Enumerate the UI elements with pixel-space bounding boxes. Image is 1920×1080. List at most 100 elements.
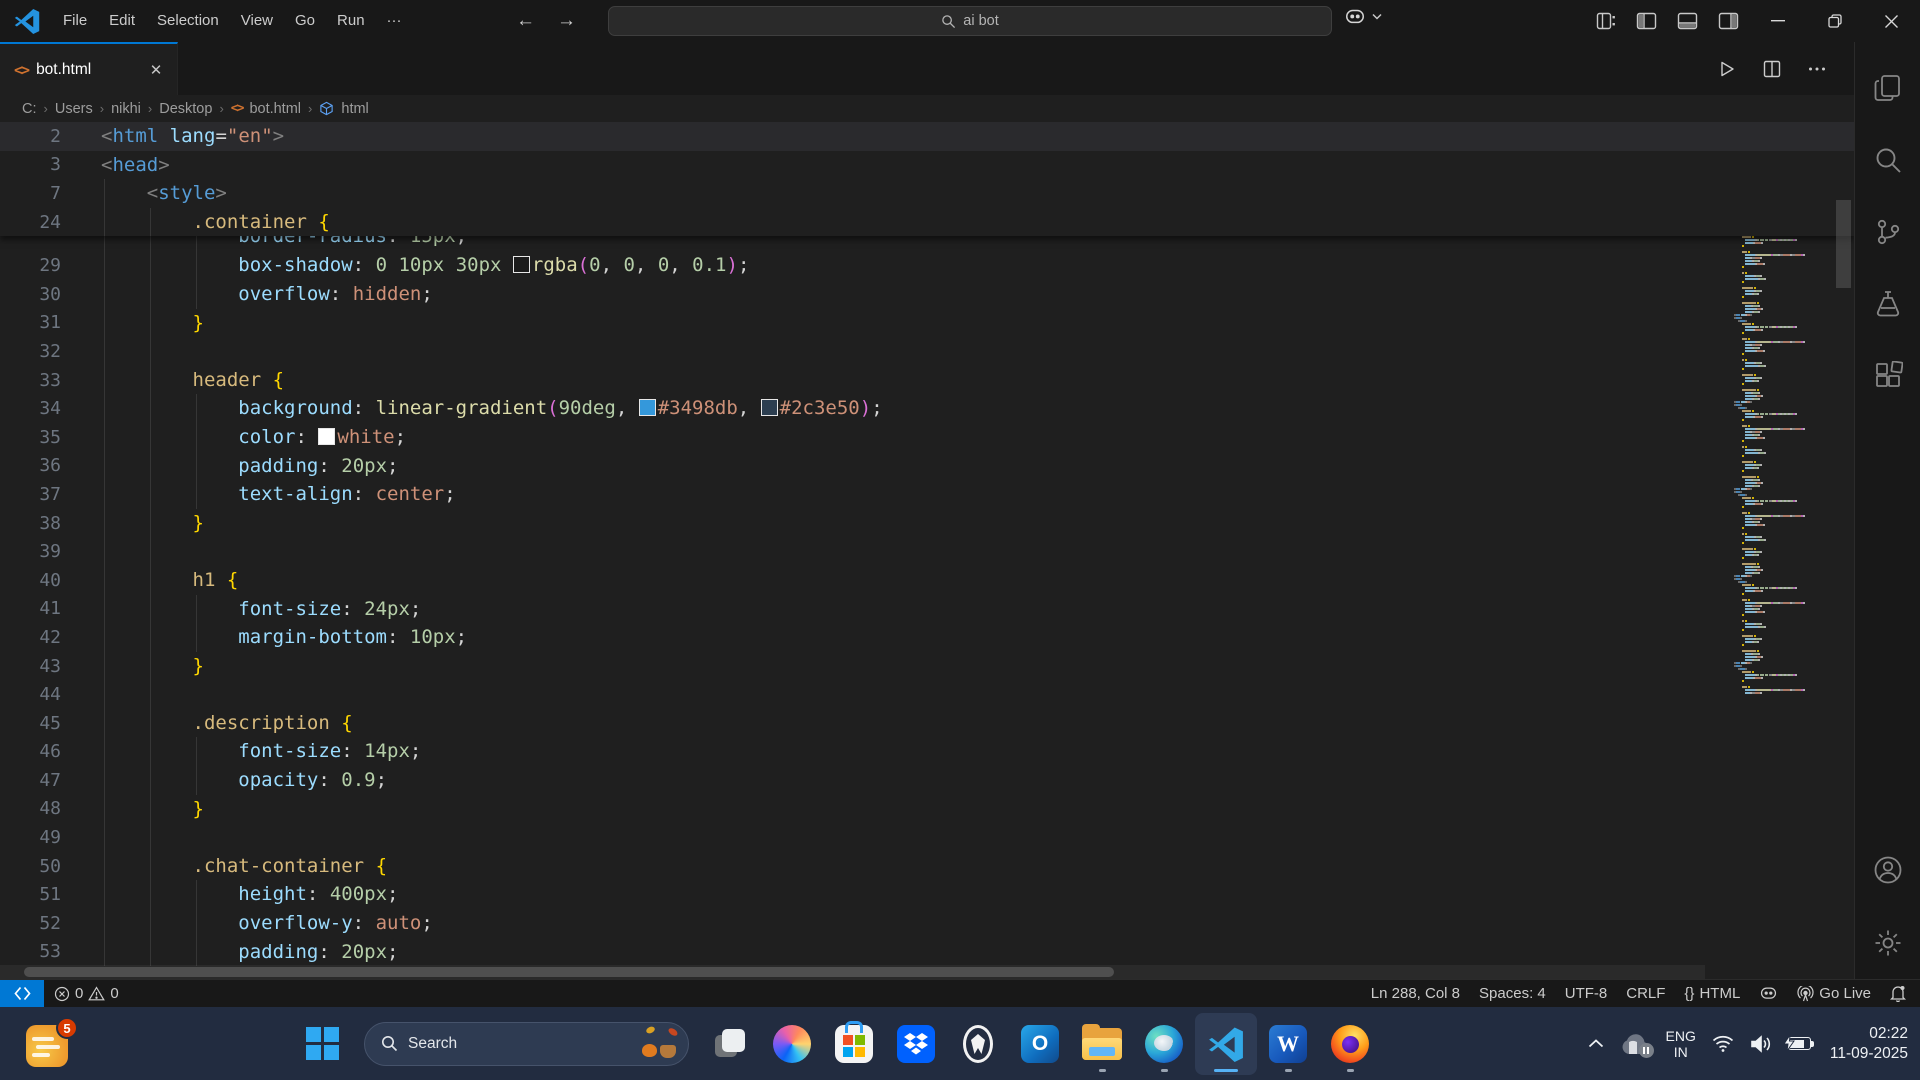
minimap[interactable] — [1734, 122, 1830, 965]
sidebar-item-extensions[interactable] — [1855, 340, 1920, 412]
code-line[interactable]: 30 overflow: hidden; — [0, 279, 1854, 309]
tab-bot-html[interactable]: <> bot.html ✕ — [0, 42, 178, 95]
command-center-search[interactable]: ai bot — [608, 6, 1332, 36]
breadcrumb-desktop[interactable]: Desktop — [159, 101, 212, 117]
code-line[interactable]: 38 } — [0, 508, 1854, 538]
color-swatch[interactable] — [512, 256, 530, 274]
menu-go[interactable]: Go — [284, 6, 326, 36]
code-line[interactable]: 36 padding: 20px; — [0, 451, 1854, 481]
language-mode[interactable]: {} HTML — [1684, 985, 1740, 1002]
code-line[interactable]: 46 font-size: 14px; — [0, 737, 1854, 767]
nav-forward-icon[interactable]: → — [557, 10, 576, 32]
copilot-status-button[interactable] — [1759, 985, 1778, 1002]
taskbar-widgets-button[interactable]: 5 — [26, 1017, 78, 1069]
code-line[interactable]: 34 background: linear-gradient(90deg, #3… — [0, 394, 1854, 423]
horizontal-scrollbar[interactable] — [24, 967, 1114, 977]
cursor-position[interactable]: Ln 288, Col 8 — [1371, 985, 1460, 1002]
sidebar-item-search[interactable] — [1855, 124, 1920, 196]
more-actions-button[interactable] — [1808, 66, 1826, 72]
window-restore-button[interactable] — [1806, 0, 1863, 42]
taskbar-store-button[interactable] — [823, 1013, 885, 1075]
tray-chevron-up-icon[interactable] — [1588, 1039, 1604, 1048]
wifi-icon[interactable] — [1712, 1035, 1734, 1052]
code-line[interactable]: 51 height: 400px; — [0, 880, 1854, 910]
tray-clock[interactable]: 02:22 11-09-2025 — [1830, 1024, 1908, 1064]
code-line[interactable]: 29 box-shadow: 0 10px 30px rgba(0, 0, 0,… — [0, 251, 1854, 280]
code-line[interactable]: 39 — [0, 537, 1854, 566]
code-line[interactable]: 50 .chat-container { — [0, 851, 1854, 881]
code-line[interactable]: 42 margin-bottom: 10px; — [0, 623, 1854, 652]
menu-file[interactable]: File — [52, 6, 98, 36]
code-line[interactable]: 40 h1 { — [0, 565, 1854, 595]
go-live-button[interactable]: Go Live — [1797, 985, 1871, 1002]
toggle-primary-sidebar-button[interactable] — [1626, 0, 1667, 42]
taskbar-dropbox-button[interactable] — [885, 1013, 947, 1075]
taskbar-oval-app-button[interactable] — [947, 1013, 1009, 1075]
breadcrumb-symbol[interactable]: html — [341, 101, 368, 117]
indentation-setting[interactable]: Spaces: 4 — [1479, 985, 1546, 1002]
breadcrumb-file[interactable]: bot.html — [249, 101, 301, 117]
notifications-bell-button[interactable] — [1890, 985, 1906, 1002]
account-button[interactable] — [1855, 835, 1920, 907]
color-swatch[interactable] — [318, 427, 336, 445]
problems-warnings[interactable]: 0 — [88, 985, 119, 1002]
code-line[interactable]: 31 } — [0, 308, 1854, 338]
taskbar-search-box[interactable]: Search — [364, 1021, 689, 1066]
eol-setting[interactable]: CRLF — [1626, 985, 1665, 1002]
sidebar-item-run-debug[interactable] — [1855, 268, 1920, 340]
sidebar-item-source-control[interactable] — [1855, 196, 1920, 268]
code-line[interactable]: 41 font-size: 24px; — [0, 594, 1854, 624]
code-line[interactable]: 24 .container { — [0, 207, 1854, 237]
code-line[interactable]: 2 <html lang="en"> — [0, 122, 1854, 151]
taskbar-vscode-button[interactable] — [1195, 1012, 1257, 1075]
window-minimize-button[interactable] — [1749, 0, 1806, 42]
breadcrumb-users[interactable]: Users — [55, 101, 93, 117]
copilot-menu-button[interactable] — [1344, 5, 1382, 27]
problems-errors[interactable]: 0 — [54, 985, 83, 1002]
nav-back-icon[interactable]: ← — [516, 10, 535, 32]
code-line[interactable]: 48 } — [0, 794, 1854, 824]
taskbar-word-button[interactable]: W — [1257, 1013, 1319, 1075]
taskbar-firefox-button[interactable] — [1319, 1013, 1381, 1075]
encoding-setting[interactable]: UTF-8 — [1565, 985, 1608, 1002]
taskbar-copilot-button[interactable] — [761, 1013, 823, 1075]
taskbar-start-button[interactable] — [292, 1013, 354, 1075]
breadcrumb-user[interactable]: nikhi — [111, 101, 141, 117]
code-line[interactable]: 45 .description { — [0, 708, 1854, 738]
settings-gear-button[interactable] — [1855, 907, 1920, 979]
code-line[interactable]: 3 <head> — [0, 151, 1854, 180]
vertical-scrollbar[interactable] — [1836, 200, 1851, 288]
taskbar-edge-button[interactable] — [1133, 1013, 1195, 1075]
code-line[interactable]: 32 — [0, 337, 1854, 366]
tray-language-indicator[interactable]: ENG IN — [1666, 1028, 1696, 1060]
breadcrumb-drive[interactable]: C: — [22, 101, 37, 117]
taskbar-outlook-button[interactable]: O — [1009, 1013, 1071, 1075]
split-editor-button[interactable] — [1763, 60, 1781, 78]
code-line[interactable]: 33 header { — [0, 365, 1854, 395]
code-line[interactable]: 7 <style> — [0, 179, 1854, 208]
menu-edit[interactable]: Edit — [98, 6, 146, 36]
toggle-panel-button[interactable] — [1667, 0, 1708, 42]
volume-icon[interactable] — [1750, 1034, 1772, 1053]
taskbar-task-view-button[interactable] — [699, 1013, 761, 1075]
run-button[interactable] — [1718, 60, 1736, 78]
menu-run[interactable]: Run — [326, 6, 376, 36]
battery-icon[interactable] — [1782, 1035, 1814, 1051]
code-line[interactable]: 49 — [0, 823, 1854, 852]
tab-close-icon[interactable]: ✕ — [145, 59, 167, 81]
sidebar-item-explorer[interactable] — [1855, 52, 1920, 124]
code-line[interactable]: 43 } — [0, 651, 1854, 681]
code-line[interactable]: border-radius: 15px; — [0, 236, 1854, 251]
code-line[interactable]: 47 opacity: 0.9; — [0, 766, 1854, 795]
remote-indicator[interactable] — [0, 979, 44, 1008]
code-line[interactable]: 52 overflow-y: auto; — [0, 909, 1854, 938]
menu-view[interactable]: View — [230, 6, 284, 36]
onedrive-paused-icon[interactable] — [1620, 1033, 1654, 1058]
code-line[interactable]: 53 padding: 20px; — [0, 937, 1854, 967]
color-swatch[interactable] — [638, 399, 656, 417]
menu-selection[interactable]: Selection — [146, 6, 230, 36]
code-line[interactable]: 37 text-align: center; — [0, 480, 1854, 509]
toggle-secondary-sidebar-button[interactable] — [1708, 0, 1749, 42]
menu-overflow-button[interactable]: ··· — [376, 6, 413, 36]
window-close-button[interactable] — [1863, 0, 1920, 42]
